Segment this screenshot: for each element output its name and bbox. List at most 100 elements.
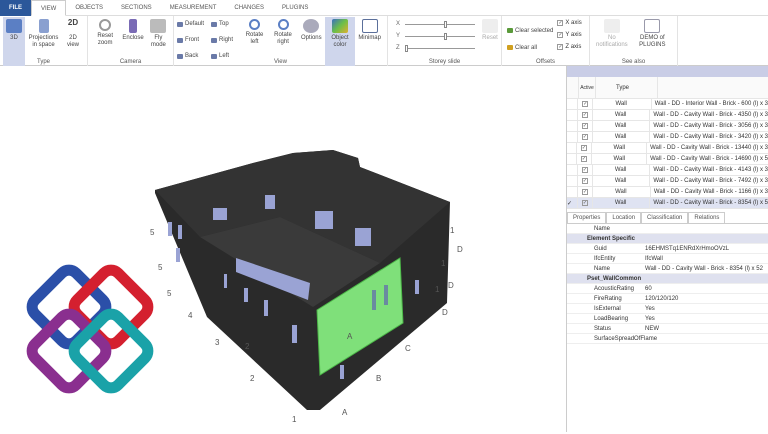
group-label: Storey slide bbox=[428, 59, 461, 65]
label: Reset bbox=[482, 35, 498, 41]
view-icon bbox=[177, 53, 183, 59]
table-row[interactable]: ✓ Wall Wall - DD - Cavity Wall - Brick - 4… bbox=[567, 110, 768, 121]
view-front[interactable]: Front bbox=[177, 34, 211, 46]
property-row[interactable]: FireRating 120/120/120 bbox=[567, 294, 768, 304]
type-cell: Wall bbox=[593, 132, 651, 142]
reset-icon bbox=[482, 19, 499, 33]
property-key: IfcEntity bbox=[594, 255, 616, 262]
grid-label: 2 bbox=[245, 342, 250, 351]
active-checkbox[interactable]: ✓ bbox=[576, 99, 594, 109]
label: 3D bbox=[10, 35, 18, 41]
3d-viewport[interactable]: 5 5 5 4 3 2 2 1 A B C D D D 1 1 1 A bbox=[0, 66, 566, 432]
enclose-icon bbox=[129, 19, 138, 33]
tab-changes[interactable]: CHANGES bbox=[225, 0, 273, 16]
property-row[interactable]: IfcEntity IfcWall bbox=[567, 254, 768, 264]
table-row[interactable]: ✓ Wall Wall - DD - Cavity Wall - Brick - 1… bbox=[567, 154, 768, 165]
grid-label: 3 bbox=[215, 338, 220, 347]
section-title: Pset_WallCommon bbox=[587, 275, 642, 282]
label: Projections in space bbox=[28, 35, 59, 48]
group-type: 3D Projections in space 2D 2D view Type bbox=[0, 16, 88, 66]
grid-label: 1 bbox=[441, 259, 446, 268]
name-cell: Wall - DD - Cavity Wall - Brick - 4350 (… bbox=[653, 112, 768, 118]
element-list: ✓ Wall Wall - DD - Interior Wall - Brick -… bbox=[567, 99, 768, 209]
tab-properties[interactable]: Properties bbox=[567, 212, 607, 223]
table-row[interactable]: ✓ ✓ Wall Wall - DD - Cavity Wall - Brick - … bbox=[567, 198, 768, 209]
property-row[interactable]: IsExternal Yes bbox=[567, 304, 768, 314]
building-model[interactable] bbox=[155, 150, 450, 410]
property-section[interactable]: Pset_WallCommon bbox=[567, 274, 768, 284]
tab-objects[interactable]: OBJECTS bbox=[66, 0, 112, 16]
tab-classification[interactable]: Classification bbox=[641, 212, 689, 223]
table-row[interactable]: ✓ Wall Wall - DD - Cavity Wall - Brick - 3… bbox=[567, 121, 768, 132]
view-default[interactable]: Default bbox=[177, 18, 211, 30]
property-value: 120/120/120 bbox=[645, 295, 679, 302]
slider-x[interactable]: X bbox=[396, 18, 476, 30]
property-key: IsExternal bbox=[594, 305, 621, 312]
slider-z[interactable]: Z bbox=[396, 42, 475, 54]
check-icon: ✓ bbox=[582, 101, 589, 107]
type-cell: Wall bbox=[593, 121, 651, 131]
active-checkbox[interactable]: ✓ bbox=[576, 198, 593, 208]
tab-plugins[interactable]: PLUGINS bbox=[273, 0, 317, 16]
active-checkbox[interactable]: ✓ bbox=[576, 187, 594, 197]
slider-thumb[interactable] bbox=[404, 44, 408, 52]
label: Name bbox=[594, 225, 611, 232]
tab-location[interactable]: Location bbox=[606, 212, 642, 223]
model-canvas[interactable]: 5 5 5 4 3 2 2 1 A B C D D D 1 1 1 A bbox=[0, 66, 566, 432]
table-row[interactable]: ✓ Wall Wall - DD - Cavity Wall - Brick - 7… bbox=[567, 176, 768, 187]
active-checkbox[interactable]: ✓ bbox=[576, 176, 593, 186]
view-icon bbox=[211, 37, 217, 43]
header-type[interactable]: Type bbox=[596, 77, 658, 98]
check-icon: ✓ bbox=[557, 32, 564, 38]
slider-thumb[interactable] bbox=[443, 32, 447, 40]
slider-y[interactable]: Y bbox=[396, 30, 476, 42]
tab-sections[interactable]: SECTIONS bbox=[112, 0, 161, 16]
eraser-icon bbox=[507, 45, 513, 50]
property-row[interactable]: LoadBearing Yes bbox=[567, 314, 768, 324]
name-cell: Wall - DD - Cavity Wall - Brick - 1166 (… bbox=[653, 189, 768, 195]
label: Right bbox=[219, 37, 234, 43]
y-axis-checkbox[interactable]: ✓ Y axis bbox=[557, 29, 582, 41]
property-row[interactable]: AcousticRating 60 bbox=[567, 284, 768, 294]
active-checkbox[interactable]: ✓ bbox=[576, 154, 592, 164]
label: Y bbox=[396, 33, 401, 39]
active-checkbox[interactable]: ✓ bbox=[576, 132, 593, 142]
check-icon: ✓ bbox=[581, 123, 588, 129]
table-row[interactable]: ✓ Wall Wall - DD - Cavity Wall - Brick - 3… bbox=[567, 132, 768, 143]
label: Rotate right bbox=[274, 32, 292, 45]
clear-all-button[interactable]: Clear all bbox=[507, 39, 553, 56]
x-axis-checkbox[interactable]: ✓ X axis bbox=[557, 17, 582, 29]
tab-relations[interactable]: Relations bbox=[688, 212, 726, 223]
table-row[interactable]: ✓ Wall Wall - DD - Interior Wall - Brick -… bbox=[567, 99, 768, 110]
type-cell: Wall bbox=[593, 110, 651, 120]
active-checkbox[interactable]: ✓ bbox=[576, 121, 593, 131]
property-key: Name bbox=[594, 265, 611, 272]
grid-label: 5 bbox=[150, 228, 155, 237]
property-row[interactable]: SurfaceSpreadOfFlame bbox=[567, 334, 768, 344]
active-checkbox[interactable]: ✓ bbox=[576, 143, 592, 153]
type-cell: Wall bbox=[593, 99, 652, 109]
view-right[interactable]: Right bbox=[211, 34, 241, 46]
grid-label: A bbox=[342, 408, 348, 417]
slider-thumb[interactable] bbox=[443, 20, 447, 28]
property-row[interactable]: Guid 16EHMSTq1ENRdXrHmoOVzL bbox=[567, 244, 768, 254]
table-row[interactable]: ✓ Wall Wall - DD - Cavity Wall - Brick - 4… bbox=[567, 165, 768, 176]
tab-measurement[interactable]: MEASUREMENT bbox=[161, 0, 226, 16]
property-row[interactable]: Status NEW bbox=[567, 324, 768, 334]
tab-view[interactable]: VIEW bbox=[31, 0, 67, 16]
property-section[interactable]: Element Specific bbox=[567, 234, 768, 244]
group-offsets: Clear selected Clear all ✓ X axis ✓ Y axis… bbox=[502, 16, 590, 66]
tab-file[interactable]: FILE bbox=[0, 0, 31, 16]
property-grid: Element Specific Guid 16EHMSTq1ENRdXrHmoOV… bbox=[567, 234, 768, 344]
table-row[interactable]: ✓ Wall Wall - DD - Cavity Wall - Brick - 1… bbox=[567, 187, 768, 198]
active-checkbox[interactable]: ✓ bbox=[576, 165, 593, 175]
table-row[interactable]: ✓ Wall Wall - DD - Cavity Wall - Brick - 1… bbox=[567, 143, 768, 154]
label: DEMO of PLUGINS bbox=[639, 35, 666, 48]
view-top[interactable]: Top bbox=[211, 18, 241, 30]
active-checkbox[interactable]: ✓ bbox=[576, 110, 593, 120]
clear-selected-button[interactable]: Clear selected bbox=[507, 22, 553, 39]
property-row[interactable]: Name Wall - DD - Cavity Wall - Brick - 83… bbox=[567, 264, 768, 274]
z-axis-checkbox[interactable]: ✓ Z axis bbox=[557, 41, 581, 53]
header-active[interactable]: Active bbox=[578, 77, 596, 98]
property-value: NEW bbox=[645, 325, 659, 332]
